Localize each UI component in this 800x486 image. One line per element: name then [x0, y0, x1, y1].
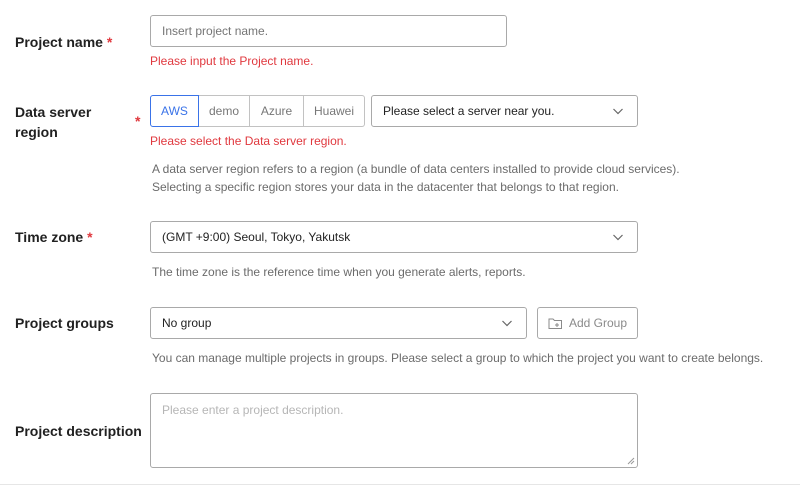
- project-name-error: Please input the Project name.: [150, 54, 314, 68]
- chevron-down-icon: [613, 234, 623, 241]
- data-server-region-label: Data server region: [15, 102, 91, 142]
- server-region-select[interactable]: Please select a server near you.: [371, 95, 638, 127]
- data-server-region-error: Please select the Data server region.: [150, 134, 347, 148]
- time-zone-label: Time zone *: [15, 227, 93, 247]
- chevron-down-icon: [502, 320, 512, 327]
- data-server-region-help: A data server region refers to a region …: [152, 160, 680, 196]
- data-server-region-help-line1: A data server region refers to a region …: [152, 162, 680, 176]
- project-name-label-text: Project name: [15, 34, 103, 50]
- project-description-placeholder: Please enter a project description.: [162, 403, 344, 417]
- required-mark: *: [87, 229, 93, 245]
- required-mark: *: [135, 113, 141, 129]
- project-name-label: Project name *: [15, 32, 112, 52]
- project-description-textarea[interactable]: Please enter a project description.: [150, 393, 638, 468]
- add-group-button[interactable]: Add Group: [537, 307, 638, 339]
- provider-segmented-control: AWS demo Azure Huawei: [150, 95, 365, 127]
- data-server-region-label-line2: region: [15, 124, 58, 140]
- folder-add-icon: [548, 318, 562, 329]
- data-server-region-help-line2: Selecting a specific region stores your …: [152, 180, 619, 194]
- server-region-select-value: Please select a server near you.: [383, 104, 555, 118]
- project-group-select-value: No group: [162, 316, 212, 330]
- chevron-down-icon: [613, 108, 623, 115]
- divider: [0, 484, 800, 485]
- provider-option-demo[interactable]: demo: [199, 95, 250, 127]
- time-zone-label-text: Time zone: [15, 229, 84, 245]
- project-name-input[interactable]: [150, 15, 507, 47]
- resize-handle-icon[interactable]: [627, 457, 635, 465]
- project-description-label: Project description: [15, 423, 142, 439]
- provider-option-huawei[interactable]: Huawei: [304, 95, 365, 127]
- project-groups-label: Project groups: [15, 315, 114, 331]
- add-group-button-label: Add Group: [568, 316, 628, 330]
- required-mark: *: [106, 34, 113, 50]
- time-zone-select-value: (GMT +9:00) Seoul, Tokyo, Yakutsk: [162, 230, 351, 244]
- project-groups-help: You can manage multiple projects in grou…: [152, 351, 764, 365]
- project-group-select[interactable]: No group: [150, 307, 527, 339]
- provider-option-azure[interactable]: Azure: [250, 95, 304, 127]
- time-zone-help: The time zone is the reference time when…: [152, 265, 526, 279]
- data-server-region-label-line1: Data server: [15, 104, 92, 120]
- provider-option-aws[interactable]: AWS: [150, 95, 199, 127]
- time-zone-select[interactable]: (GMT +9:00) Seoul, Tokyo, Yakutsk: [150, 221, 638, 253]
